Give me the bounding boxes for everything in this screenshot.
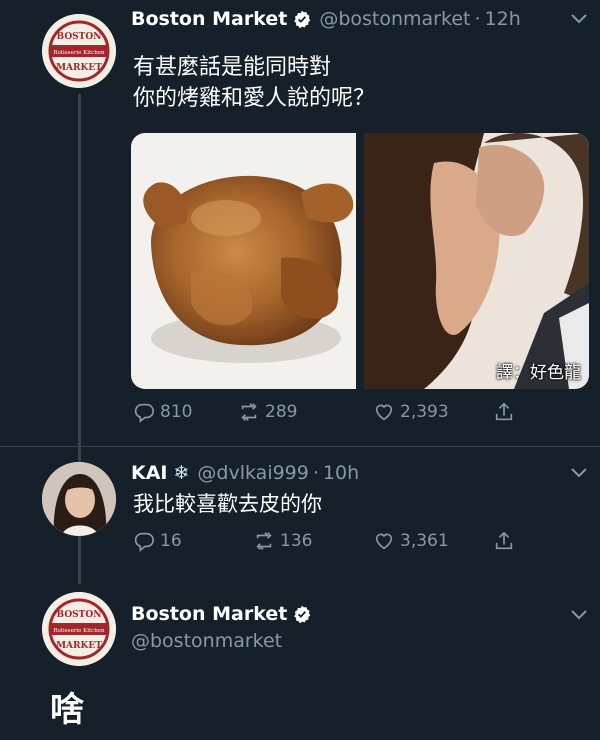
tweet2-actions: 16 136 3,361	[133, 530, 520, 552]
author-name[interactable]: Boston Market	[131, 8, 287, 30]
retweet-icon	[241, 403, 257, 421]
tweet-time[interactable]: 12h	[485, 8, 521, 30]
heart-icon	[375, 533, 393, 550]
author-handle[interactable]: @bostonmarket	[319, 8, 470, 30]
separator-dot: ·	[474, 8, 481, 30]
kai-profile-photo	[42, 462, 116, 536]
chevron-down-icon[interactable]	[569, 12, 589, 26]
retweet-button[interactable]: 136	[253, 530, 373, 552]
chevron-down-icon[interactable]	[569, 466, 589, 480]
share-button[interactable]	[493, 401, 520, 423]
avatar-boston-market[interactable]: BOSTON Rotisserie Kitchen MARKET	[42, 14, 116, 88]
share-button[interactable]	[493, 530, 520, 552]
tweet3-text: 啥	[50, 690, 84, 730]
tweet1-text: 有甚麼話是能同時對 你的烤雞和愛人說的呢？	[133, 55, 376, 111]
tweet1-media[interactable]: 譯：好色龍	[131, 133, 589, 389]
retweet-count: 289	[265, 402, 298, 422]
tweet2-header: KAI ❄ @dvlkai999 · 10h	[131, 462, 359, 484]
couple-illustration	[364, 133, 589, 389]
author-name[interactable]: Boston Market	[131, 603, 287, 625]
chevron-down-icon[interactable]	[569, 608, 589, 622]
retweet-count: 136	[280, 531, 313, 551]
tweet3-header: Boston Market	[131, 603, 311, 625]
reply-button[interactable]: 16	[133, 530, 253, 552]
translator-watermark: 譯：好色龍	[496, 363, 581, 383]
tweet1-header: Boston Market @bostonmarket · 12h	[131, 8, 521, 30]
reply-count: 810	[160, 402, 193, 422]
like-button[interactable]: 2,393	[373, 401, 493, 423]
couple-photo[interactable]: 譯：好色龍	[364, 133, 589, 389]
logo-middle-text: Rotisserie Kitchen	[53, 50, 105, 56]
tweet3-handle-row: @bostonmarket	[123, 630, 282, 652]
tweet-time[interactable]: 10h	[323, 462, 359, 484]
logo-top-text: BOSTON	[57, 32, 102, 42]
logo-top-text: BOSTON	[57, 610, 102, 620]
boston-market-logo: BOSTON Rotisserie Kitchen MARKET	[42, 14, 116, 88]
author-name[interactable]: KAI	[131, 462, 168, 484]
tweet2-text: 我比較喜歡去皮的你	[133, 492, 322, 516]
roast-chicken-image[interactable]	[131, 133, 356, 389]
share-icon	[495, 531, 513, 550]
snowflake-icon: ❄	[173, 462, 190, 484]
boston-market-logo: BOSTON Rotisserie Kitchen MARKET	[42, 592, 116, 666]
heart-icon	[375, 404, 393, 421]
reply-icon	[134, 403, 154, 423]
avatar-kai[interactable]	[42, 462, 116, 536]
share-icon	[495, 402, 513, 421]
separator-dot: ·	[312, 462, 319, 484]
reply-icon	[134, 532, 154, 552]
divider	[0, 446, 600, 447]
roast-chicken-illustration	[143, 175, 354, 363]
like-button[interactable]: 3,361	[373, 530, 493, 552]
verified-badge-icon	[294, 10, 311, 28]
logo-bottom-text: MARKET	[56, 641, 102, 651]
logo-bottom-text: MARKET	[56, 63, 102, 73]
retweet-button[interactable]: 289	[238, 401, 373, 423]
reply-button[interactable]: 810	[133, 401, 238, 423]
verified-badge-icon	[294, 605, 311, 623]
logo-middle-text: Rotisserie Kitchen	[53, 628, 105, 634]
tweet1-actions: 810 289 2,393	[133, 401, 520, 423]
like-count: 3,361	[400, 531, 449, 551]
author-handle[interactable]: @bostonmarket	[131, 630, 282, 652]
retweet-icon	[256, 532, 272, 550]
author-handle[interactable]: @dvlkai999	[197, 462, 308, 484]
reply-count: 16	[160, 531, 182, 551]
like-count: 2,393	[400, 402, 449, 422]
avatar-boston-market[interactable]: BOSTON Rotisserie Kitchen MARKET	[42, 592, 116, 666]
